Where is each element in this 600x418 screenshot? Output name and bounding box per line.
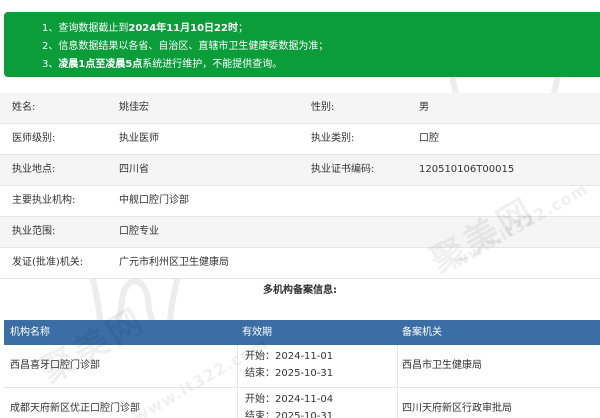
info-row-location: 执业地点: 四川省 执业证书编码: 120510106T00015 — [0, 155, 600, 186]
notice-line-1: 1、查询数据截止到2024年11月10日22时； — [42, 23, 248, 34]
scope-value: 口腔专业 — [119, 226, 159, 237]
name-label: 姓名: — [12, 102, 36, 113]
info-row-issuer: 发证(批准)机关: 广元市利州区卫生健康局 — [0, 248, 600, 279]
location-value: 四川省 — [119, 164, 149, 175]
registration-start: 开始：2024-11-01 — [245, 351, 334, 362]
maintenance-window: 凌晨1点至凌晨5点 — [58, 59, 143, 70]
notice-banner: 1、查询数据截止到2024年11月10日22时； 2、信息数据结果以各省、自治区… — [4, 12, 600, 77]
info-row-name: 姓名: 姚佳宏 性别: 男 — [0, 93, 600, 124]
scope-label: 执业范围: — [12, 226, 56, 237]
info-row-scope: 执业范围: 口腔专业 — [0, 217, 600, 248]
notice-line-3: 3、凌晨1点至凌晨5点系统进行维护，不能提供查询。 — [42, 59, 283, 70]
level-value: 执业医师 — [119, 133, 159, 144]
registration-end: 结束：2025-10-31 — [245, 368, 334, 379]
column-divider — [237, 388, 238, 418]
name-value: 姚佳宏 — [119, 102, 149, 113]
column-divider — [237, 345, 238, 387]
cutoff-time: 2024年11月10日22时 — [128, 23, 238, 34]
gender-label: 性别: — [311, 102, 335, 113]
column-divider — [397, 345, 398, 387]
registration-table: 机构名称 有效期 备案机关 西昌喜牙口腔门诊部 开始：2024-11-01 结束… — [4, 320, 600, 418]
level-label: 医师级别: — [12, 133, 56, 144]
category-label: 执业类别: — [311, 133, 355, 144]
institution-value: 中舰口腔门诊部 — [119, 195, 189, 206]
registration-authority: 西昌市卫生健康局 — [402, 360, 482, 371]
issuer-value: 广元市利州区卫生健康局 — [119, 257, 229, 268]
notice-line-2: 2、信息数据结果以各省、自治区、直辖市卫生健康委数据为准； — [42, 41, 329, 52]
col-header-institution: 机构名称 — [10, 327, 50, 338]
registration-authority: 四川天府新区行政审批局 — [402, 403, 512, 414]
gender-value: 男 — [419, 102, 429, 113]
cert-value: 120510106T00015 — [419, 164, 515, 175]
registration-end: 结束：2025-10-31 — [245, 411, 334, 418]
col-header-authority: 备案机关 — [402, 327, 442, 338]
doctor-info-table: 姓名: 姚佳宏 性别: 男 医师级别: 执业医师 执业类别: 口腔 执业地点: … — [0, 93, 600, 279]
location-label: 执业地点: — [12, 164, 56, 175]
cert-label: 执业证书编码: — [311, 164, 375, 175]
registration-org: 西昌喜牙口腔门诊部 — [10, 360, 100, 371]
category-value: 口腔 — [419, 133, 439, 144]
registration-start: 开始：2024-11-04 — [245, 394, 334, 405]
info-row-level: 医师级别: 执业医师 执业类别: 口腔 — [0, 124, 600, 155]
column-divider — [397, 388, 398, 418]
info-row-institution: 主要执业机构: 中舰口腔门诊部 — [0, 186, 600, 217]
table-row: 西昌喜牙口腔门诊部 开始：2024-11-01 结束：2025-10-31 西昌… — [4, 345, 600, 388]
multi-institution-title: 多机构备案信息: — [263, 285, 337, 296]
registration-table-header: 机构名称 有效期 备案机关 — [4, 320, 600, 345]
col-header-validity: 有效期 — [242, 327, 272, 338]
table-row: 成都天府新区优正口腔门诊部 开始：2024-11-04 结束：2025-10-3… — [4, 388, 600, 418]
institution-label: 主要执业机构: — [12, 195, 76, 206]
registration-org: 成都天府新区优正口腔门诊部 — [10, 403, 140, 414]
issuer-label: 发证(批准)机关: — [12, 257, 84, 268]
